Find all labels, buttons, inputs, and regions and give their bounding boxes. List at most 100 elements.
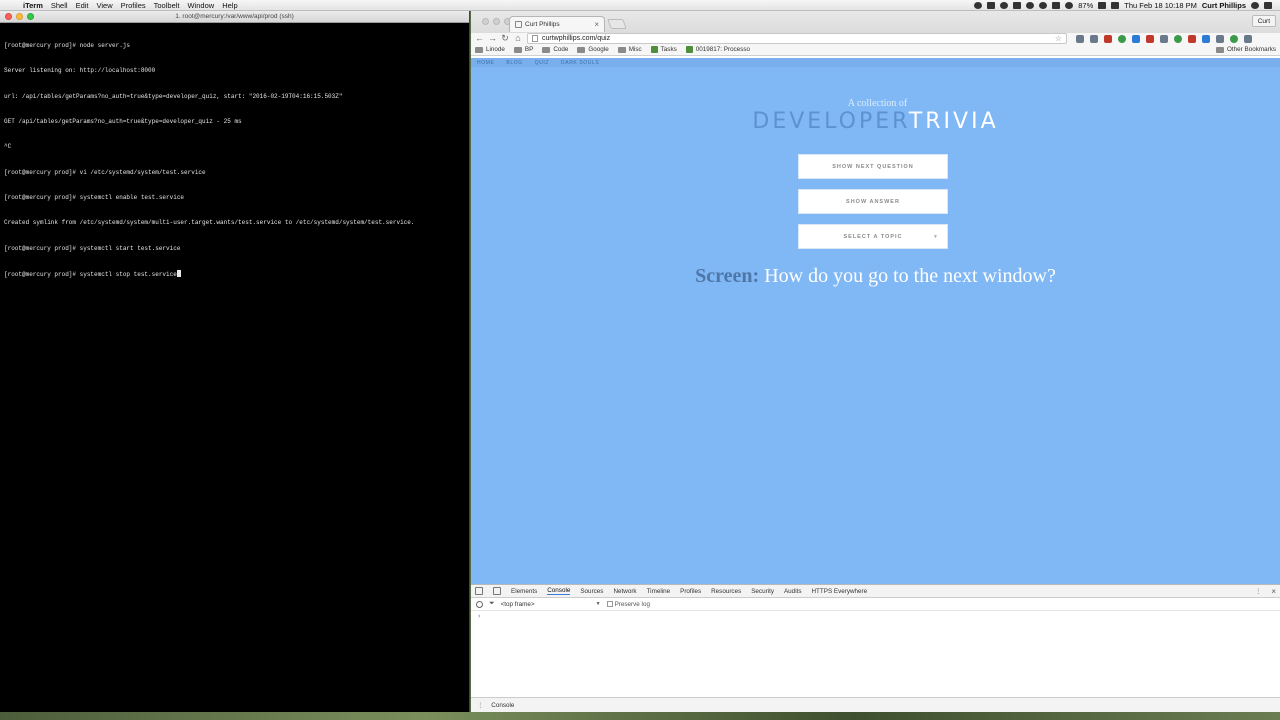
volume-tray-icon[interactable] bbox=[1052, 1, 1061, 9]
wifi-tray-icon[interactable] bbox=[1065, 1, 1074, 9]
bookmark-label: Misc bbox=[628, 46, 642, 53]
battery-icon[interactable] bbox=[1098, 1, 1107, 9]
bookmark-star-icon[interactable]: ☆ bbox=[1055, 34, 1062, 43]
sync-tray-icon[interactable] bbox=[1000, 1, 1009, 9]
app-tray-icon[interactable] bbox=[987, 1, 996, 9]
terminal-output[interactable]: [root@mercury prod]# node server.js Serv… bbox=[0, 23, 469, 299]
extension-icon[interactable] bbox=[1174, 34, 1182, 43]
tab-network[interactable]: Network bbox=[613, 588, 636, 595]
chrome-window: Curt Phillips × Curt ← → ↻ ⌂ curtwphilli… bbox=[471, 11, 1280, 713]
filter-icon[interactable]: ⏷ bbox=[489, 600, 495, 608]
inspect-element-icon[interactable] bbox=[475, 587, 483, 595]
bookmark-misc[interactable]: Misc bbox=[617, 46, 642, 53]
extension-icon[interactable] bbox=[1146, 34, 1154, 43]
tab-elements[interactable]: Elements bbox=[511, 588, 537, 595]
minimize-window-button[interactable] bbox=[493, 18, 500, 25]
menu-edit[interactable]: Edit bbox=[76, 1, 96, 10]
menu-help[interactable]: Help bbox=[222, 1, 244, 10]
clear-console-icon[interactable] bbox=[476, 600, 483, 608]
tab-security[interactable]: Security bbox=[751, 588, 774, 595]
nav-blog[interactable]: BLOG bbox=[506, 60, 522, 66]
chrome-menu-icon[interactable] bbox=[1244, 34, 1252, 43]
tab-sources[interactable]: Sources bbox=[580, 588, 603, 595]
bookmark-code[interactable]: Code bbox=[542, 46, 568, 53]
bookmark-linode[interactable]: Linode bbox=[475, 46, 505, 53]
browser-tab[interactable]: Curt Phillips × bbox=[509, 16, 605, 32]
hero-subtitle: A collection of bbox=[847, 98, 908, 109]
nav-home[interactable]: HOME bbox=[477, 60, 494, 66]
select-topic-dropdown[interactable]: SELECT A TOPIC ▼ bbox=[798, 224, 948, 249]
reload-icon[interactable]: ↻ bbox=[501, 34, 509, 43]
battery-percent[interactable]: 87% bbox=[1078, 1, 1093, 10]
frame-select[interactable]: <top frame> ▼ bbox=[501, 601, 601, 608]
extension-icon[interactable] bbox=[1230, 34, 1238, 43]
bookmark-google[interactable]: Google bbox=[577, 46, 609, 53]
user-name[interactable]: Curt Phillips bbox=[1202, 1, 1246, 10]
folder-icon bbox=[617, 46, 626, 53]
show-next-question-button[interactable]: SHOW NEXT QUESTION bbox=[798, 154, 948, 179]
dropbox-tray-icon[interactable] bbox=[974, 1, 983, 9]
clock[interactable]: Thu Feb 18 10:18 PM bbox=[1124, 1, 1197, 10]
extension-icon[interactable] bbox=[1160, 34, 1168, 43]
notification-center-icon[interactable] bbox=[1264, 1, 1272, 9]
bluetooth-tray-icon[interactable] bbox=[1039, 1, 1048, 9]
terminal-prompt-line[interactable]: [root@mercury prod]# systemctl stop test… bbox=[4, 270, 465, 279]
extension-icon[interactable] bbox=[1104, 34, 1112, 43]
menu-toolbelt[interactable]: Toolbelt bbox=[154, 1, 187, 10]
bookmark-bp[interactable]: BP bbox=[513, 46, 533, 53]
menu-iterm[interactable]: iTerm bbox=[23, 1, 50, 10]
extension-icon[interactable] bbox=[1202, 34, 1210, 43]
other-bookmarks[interactable]: Other Bookmarks bbox=[1216, 46, 1276, 53]
extension-icon[interactable] bbox=[1076, 34, 1084, 43]
bookmark-tasks[interactable]: Tasks bbox=[650, 46, 677, 53]
console-prompt[interactable]: › bbox=[471, 611, 1280, 622]
macos-menu-bar: iTerm Shell Edit View Profiles Toolbelt … bbox=[0, 0, 1280, 11]
devtools-menu-icon[interactable]: ⋮ bbox=[1255, 588, 1261, 595]
device-mode-icon[interactable] bbox=[493, 587, 501, 595]
extension-icon[interactable] bbox=[1090, 34, 1098, 43]
drawer-tab-console[interactable]: Console bbox=[491, 702, 514, 709]
menu-profiles[interactable]: Profiles bbox=[121, 1, 153, 10]
extension-icon[interactable] bbox=[1132, 34, 1140, 43]
tab-resources[interactable]: Resources bbox=[711, 588, 741, 595]
profile-button[interactable]: Curt bbox=[1251, 15, 1276, 27]
home-icon[interactable]: ⌂ bbox=[514, 34, 522, 43]
address-bar[interactable]: curtwphillips.com/quiz ☆ bbox=[527, 33, 1067, 44]
tab-profiles[interactable]: Profiles bbox=[680, 588, 701, 595]
page-info-icon[interactable] bbox=[532, 35, 538, 42]
drawer-menu-icon[interactable]: ⋮ bbox=[477, 702, 483, 709]
bookmark-label: Google bbox=[588, 46, 609, 53]
menu-window[interactable]: Window bbox=[188, 1, 222, 10]
terminal-line: [root@mercury prod]# vi /etc/systemd/sys… bbox=[4, 168, 206, 176]
close-window-button[interactable] bbox=[482, 18, 489, 25]
devtools-drawer: ⋮ Console bbox=[471, 697, 1280, 713]
tab-https-everywhere[interactable]: HTTPS Everywhere bbox=[812, 588, 868, 595]
close-tab-icon[interactable]: × bbox=[594, 20, 599, 29]
menu-view[interactable]: View bbox=[97, 1, 120, 10]
timemachine-tray-icon[interactable] bbox=[1026, 1, 1035, 9]
flag-icon[interactable] bbox=[1111, 1, 1120, 9]
new-tab-button[interactable] bbox=[607, 19, 627, 29]
extension-icon[interactable] bbox=[1216, 34, 1224, 43]
bookmark-processor[interactable]: 0019817: Processo bbox=[685, 46, 750, 53]
menu-shell[interactable]: Shell bbox=[51, 1, 75, 10]
extension-icon[interactable] bbox=[1118, 34, 1126, 43]
bookmark-label: Other Bookmarks bbox=[1227, 46, 1276, 53]
desktop-wallpaper bbox=[0, 712, 1280, 720]
bookmark-label: Linode bbox=[486, 46, 505, 53]
iterm-titlebar[interactable]: 1. root@mercury:/var/www/api/prod (ssh) bbox=[0, 11, 469, 23]
forward-arrow-icon[interactable]: → bbox=[488, 34, 497, 43]
nav-dark-souls[interactable]: DARK SOULS bbox=[561, 60, 599, 66]
show-answer-button[interactable]: SHOW ANSWER bbox=[798, 189, 948, 214]
back-arrow-icon[interactable]: ← bbox=[475, 34, 484, 43]
extension-icon[interactable] bbox=[1188, 34, 1196, 43]
tab-console[interactable]: Console bbox=[547, 587, 571, 595]
preserve-log-checkbox[interactable]: Preserve log bbox=[606, 601, 650, 608]
close-devtools-icon[interactable]: × bbox=[1271, 587, 1276, 596]
spotlight-search-icon[interactable] bbox=[1251, 1, 1259, 9]
tab-audits[interactable]: Audits bbox=[784, 588, 802, 595]
nav-quiz[interactable]: QUIZ bbox=[535, 60, 549, 66]
tab-timeline[interactable]: Timeline bbox=[647, 588, 671, 595]
devtools-panel: Elements Console Sources Network Timelin… bbox=[471, 584, 1280, 713]
display-tray-icon[interactable] bbox=[1013, 1, 1022, 9]
